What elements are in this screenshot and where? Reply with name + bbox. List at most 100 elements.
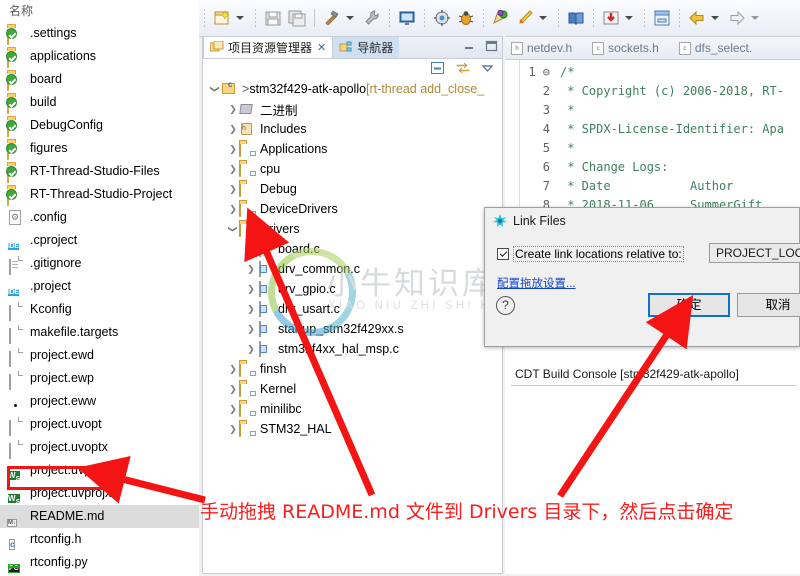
explorer-file-row[interactable]: M↓ README.md [0, 505, 199, 528]
tree-node[interactable]: ❯ Debug [203, 179, 502, 199]
tree-node[interactable]: ❯ startup_stm32f429xx.s [203, 319, 502, 339]
editor-tab[interactable]: h netdev.h [511, 41, 572, 55]
tree-node[interactable]: ❯ drv_common.c [203, 259, 502, 279]
editor-tab[interactable]: c sockets.h [592, 41, 659, 55]
editor-tab[interactable]: c dfs_select. [678, 41, 752, 55]
chevron-down-icon[interactable] [711, 16, 719, 20]
chevron-down-icon[interactable] [539, 16, 547, 20]
chevron-right-icon[interactable]: ❯ [245, 279, 257, 299]
tree-node[interactable]: ❯ minilibc [203, 399, 502, 419]
ok-button[interactable]: 确定 [648, 293, 730, 317]
relative-location-checkbox[interactable] [497, 248, 509, 260]
annotation-text: 手动拖拽 README.md 文件到 Drivers 目录下，然后点击确定 [200, 501, 734, 523]
chevron-down-icon[interactable] [751, 16, 759, 20]
explorer-column-header[interactable]: 名称 [0, 0, 199, 22]
chevron-right-icon[interactable]: ❯ [227, 99, 239, 119]
close-icon[interactable]: ✕ [317, 41, 326, 54]
explorer-file-row[interactable]: DebugConfig [0, 114, 199, 137]
explorer-file-row[interactable]: makefile.targets [0, 321, 199, 344]
explorer-file-row[interactable]: IDE .cproject [0, 229, 199, 252]
chevron-right-icon[interactable]: ❯ [245, 259, 257, 279]
tree-node[interactable]: ❯ Kernel [203, 379, 502, 399]
forward-button[interactable] [725, 0, 765, 36]
chevron-right-icon[interactable]: ❯ [227, 359, 239, 379]
build-button[interactable] [320, 0, 360, 36]
tree-node[interactable]: ❯ Applications [203, 139, 502, 159]
explorer-file-row[interactable]: project.uvopt [0, 413, 199, 436]
rt-thread-icon [493, 214, 507, 228]
collapse-all-icon[interactable] [430, 61, 445, 78]
chevron-right-icon[interactable]: ❯ [227, 379, 239, 399]
chevron-down-icon[interactable] [625, 16, 633, 20]
tab-navigator[interactable]: 导航器 [333, 37, 400, 58]
save-all-button[interactable] [285, 0, 309, 36]
chevron-right-icon[interactable]: ❯ [245, 299, 257, 319]
chevron-right-icon[interactable]: ❯ [227, 119, 239, 139]
view-menu-icon[interactable] [481, 62, 494, 77]
settings-config-button[interactable] [430, 0, 454, 36]
chevron-right-icon[interactable]: ❯ [227, 199, 239, 219]
chevron-right-icon[interactable]: ❯ [227, 139, 239, 159]
maximize-icon[interactable] [485, 40, 498, 52]
tree-node[interactable]: ❯ DeviceDrivers [203, 199, 502, 219]
chevron-right-icon[interactable]: ❯ [245, 319, 257, 339]
tree-node[interactable]: ❯ Drivers [203, 219, 502, 239]
explorer-file-row[interactable]: PC rtconfig.py [0, 551, 199, 574]
tree-node[interactable]: ❯ drv_gpio.c [203, 279, 502, 299]
relative-location-checkbox-row[interactable]: Create link locations relative to: [497, 246, 684, 262]
chevron-right-icon[interactable]: ❯ [227, 159, 239, 179]
explorer-file-row[interactable]: project.eww [0, 390, 199, 413]
link-with-editor-icon[interactable] [455, 61, 471, 78]
explorer-file-row[interactable]: IDE .project [0, 275, 199, 298]
save-button[interactable] [261, 0, 285, 36]
explorer-file-row[interactable]: applications [0, 45, 199, 68]
archive-button[interactable] [650, 0, 674, 36]
tree-node[interactable]: ❯ STM32_HAL [203, 419, 502, 439]
run-button[interactable] [489, 0, 513, 36]
tree-node[interactable]: ❯ 二进制 [203, 99, 502, 119]
explorer-file-row[interactable]: .gitignore [0, 252, 199, 275]
chevron-right-icon[interactable]: ❯ [227, 419, 239, 439]
explorer-file-row[interactable]: c rtconfig.h [0, 528, 199, 551]
chevron-right-icon[interactable]: ❯ [245, 239, 257, 259]
tree-node[interactable]: ❯ c > stm32f429-atk-apollo [rt-thread add_… [203, 79, 502, 99]
build-settings-button[interactable] [360, 0, 384, 36]
explorer-file-row[interactable]: build [0, 91, 199, 114]
configure-drag-drop-link[interactable]: 配置拖放设置... [497, 275, 576, 291]
explorer-file-row[interactable]: figures [0, 137, 199, 160]
explorer-file-row[interactable]: RT-Thread-Studio-Project [0, 183, 199, 206]
explorer-file-row[interactable]: board [0, 68, 199, 91]
chevron-right-icon[interactable]: ❯ [227, 399, 239, 419]
debug-button[interactable] [454, 0, 478, 36]
help-icon[interactable]: ? [496, 296, 515, 315]
cancel-button[interactable]: 取消 [737, 293, 800, 317]
tab-project-explorer[interactable]: 项目资源管理器 ✕ [203, 36, 334, 58]
tree-node[interactable]: ❯ h Includes [203, 119, 502, 139]
tree-node[interactable]: ❯ cpu [203, 159, 502, 179]
tree-node[interactable]: ❯ stm32f4xx_hal_msp.c [203, 339, 502, 359]
explorer-file-row[interactable]: ⚙ .config [0, 206, 199, 229]
tree-node[interactable]: ❯ drv_usart.c [203, 299, 502, 319]
chevron-right-icon[interactable]: ❯ [245, 339, 257, 359]
flash-download-button[interactable] [513, 0, 553, 36]
new-wizard-button[interactable] [210, 0, 250, 36]
package-import-button[interactable] [599, 0, 639, 36]
minimize-icon[interactable] [463, 40, 476, 52]
location-variable-select[interactable]: PROJECT_LOC [709, 243, 800, 263]
terminal-button[interactable] [395, 0, 419, 36]
back-button[interactable] [685, 0, 725, 36]
book-button[interactable] [564, 0, 588, 36]
source-folder-icon [239, 161, 256, 177]
tree-node[interactable]: ❯ board.c [203, 239, 502, 259]
explorer-file-row[interactable]: project.ewd [0, 344, 199, 367]
explorer-file-row[interactable]: project.ewp [0, 367, 199, 390]
explorer-file-row[interactable]: .settings [0, 22, 199, 45]
chevron-right-icon[interactable]: ❯ [227, 179, 239, 199]
explorer-file-row[interactable]: project.uvoptx [0, 436, 199, 459]
explorer-file-row[interactable]: RT-Thread-Studio-Files [0, 160, 199, 183]
chevron-down-icon[interactable] [346, 16, 354, 20]
tree-node-label: stm32f429-atk-apollo [249, 82, 367, 96]
chevron-down-icon[interactable] [236, 16, 244, 20]
explorer-file-row[interactable]: Kconfig [0, 298, 199, 321]
tree-node[interactable]: ❯ finsh [203, 359, 502, 379]
